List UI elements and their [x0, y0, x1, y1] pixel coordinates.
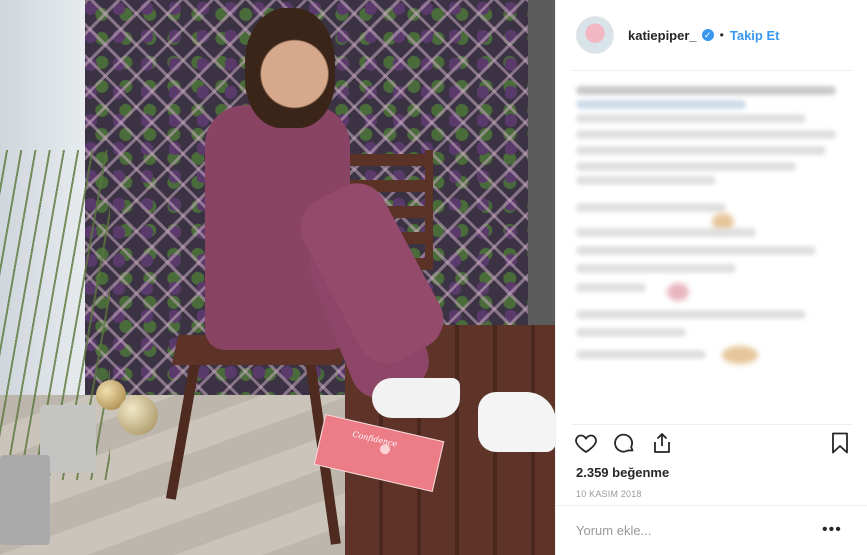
likes-count[interactable]: 2.359 beğenme [576, 465, 669, 480]
post-photo[interactable]: Confidence [0, 0, 555, 555]
gold-ornament-ball-large [118, 395, 158, 435]
blurred-line [576, 328, 686, 337]
white-heel-shoe [372, 378, 460, 418]
blurred-emoji [722, 346, 758, 364]
username-link[interactable]: katiepiper_ [628, 28, 697, 43]
blurred-line [576, 114, 806, 123]
more-options-button[interactable]: ••• [822, 522, 846, 538]
header-divider [572, 70, 852, 71]
blurred-line [576, 203, 726, 212]
blurred-line [576, 228, 756, 237]
blurred-line [576, 246, 816, 255]
book-title: Confidence [351, 429, 399, 449]
heart-icon[interactable] [574, 431, 598, 455]
blurred-comments-area [572, 78, 852, 418]
comment-input[interactable] [576, 518, 816, 542]
post-date[interactable]: 10 KASIM 2018 [576, 489, 642, 499]
blurred-line [576, 264, 736, 273]
post-sidebar: katiepiper_ ✓ • Takip Et 2.359 beğenme 1… [555, 0, 867, 555]
plant-pot-front [0, 455, 50, 545]
comment-bubble-icon[interactable] [612, 431, 636, 455]
add-comment-bar: ••• [556, 505, 867, 555]
blurred-emoji [667, 283, 689, 301]
person-head [245, 8, 335, 128]
blurred-line [576, 146, 826, 155]
follow-button[interactable]: Takip Et [730, 28, 780, 43]
blurred-line [576, 176, 716, 185]
avatar[interactable] [576, 16, 614, 54]
blurred-line [576, 162, 796, 171]
separator-dot: • [719, 28, 724, 42]
actions-divider [572, 424, 852, 425]
blurred-line [576, 350, 706, 359]
blurred-line [576, 86, 836, 95]
share-upload-icon[interactable] [650, 431, 674, 455]
blurred-line [576, 310, 806, 319]
action-bar [572, 431, 852, 459]
blurred-line [576, 100, 746, 109]
instagram-post: Confidence katiepiper_ ✓ • Takip Et 2.35… [0, 0, 867, 555]
blurred-line [576, 130, 836, 139]
blurred-line [576, 283, 646, 292]
white-heel-shoe [478, 392, 555, 452]
bookmark-icon[interactable] [828, 431, 852, 455]
verified-badge-icon: ✓ [701, 29, 714, 41]
post-header: katiepiper_ ✓ • Takip Et [556, 0, 867, 70]
